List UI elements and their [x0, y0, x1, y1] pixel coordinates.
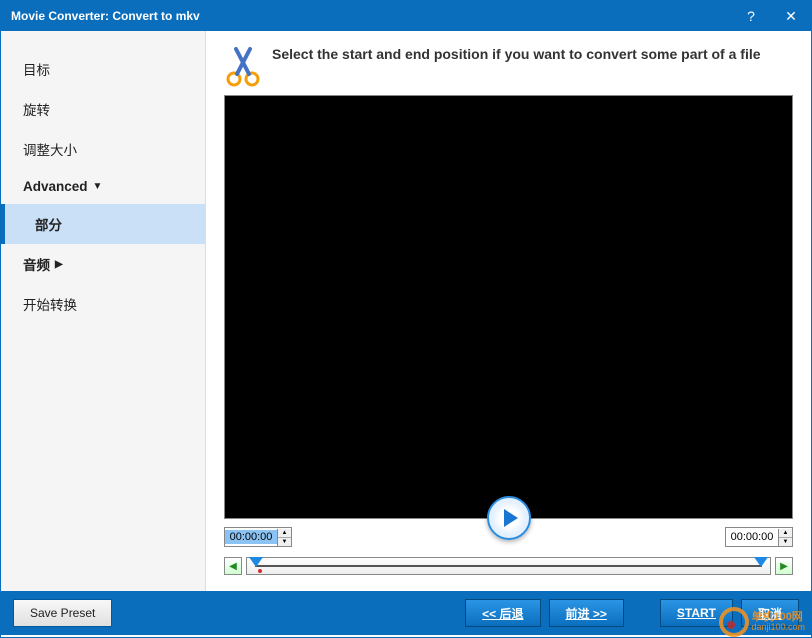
- content-area: 目标 旋转 调整大小 Advanced ▼ 部分 音频 ▶ 开始转换 Select …: [1, 31, 811, 591]
- end-time-input[interactable]: 00:00:00 ▲ ▼: [725, 527, 793, 547]
- playhead-dot[interactable]: [258, 569, 262, 573]
- video-preview: [224, 95, 793, 519]
- play-icon: [504, 509, 518, 527]
- step-forward-button[interactable]: ▶: [775, 557, 793, 575]
- spin-down[interactable]: ▼: [779, 538, 792, 546]
- slider-track-line: [255, 565, 762, 567]
- trim-slider[interactable]: [246, 557, 771, 575]
- hint-row: Select the start and end position if you…: [224, 45, 793, 89]
- trim-slider-row: ◀ ▶: [224, 557, 793, 575]
- start-button[interactable]: START: [660, 599, 733, 627]
- footer: Save Preset << 后退 前进 >> START 取消 单机100网 …: [1, 591, 811, 635]
- spin-up[interactable]: ▲: [779, 529, 792, 538]
- window-title: Movie Converter: Convert to mkv: [11, 9, 731, 23]
- end-time-value: 00:00:00: [726, 530, 778, 544]
- sidebar-label: 旋转: [23, 99, 50, 119]
- sidebar-label: 部分: [35, 214, 62, 234]
- start-marker[interactable]: [249, 557, 263, 567]
- spin-up[interactable]: ▲: [278, 529, 291, 538]
- step-back-button[interactable]: ◀: [224, 557, 242, 575]
- sidebar-label: 目标: [23, 59, 50, 79]
- save-preset-button[interactable]: Save Preset: [13, 599, 112, 627]
- help-button[interactable]: ?: [731, 1, 771, 31]
- sidebar: 目标 旋转 调整大小 Advanced ▼ 部分 音频 ▶ 开始转换: [1, 31, 206, 591]
- sidebar-label: Advanced: [23, 179, 88, 194]
- sidebar-item-target[interactable]: 目标: [1, 49, 205, 89]
- sidebar-item-rotate[interactable]: 旋转: [1, 89, 205, 129]
- titlebar: Movie Converter: Convert to mkv ? ✕: [1, 1, 811, 31]
- start-time-value: 00:00:00: [225, 530, 277, 544]
- end-time-spinner: ▲ ▼: [778, 529, 792, 546]
- sidebar-label: 开始转换: [23, 294, 77, 314]
- sidebar-item-audio[interactable]: 音频 ▶: [1, 244, 205, 284]
- chevron-right-icon: ▶: [55, 259, 63, 270]
- back-button[interactable]: << 后退: [465, 599, 540, 627]
- cancel-button[interactable]: 取消: [741, 599, 799, 627]
- sidebar-item-advanced[interactable]: Advanced ▼: [1, 169, 205, 204]
- sidebar-label: 调整大小: [23, 139, 77, 159]
- sidebar-item-resize[interactable]: 调整大小: [1, 129, 205, 169]
- sidebar-item-start-convert[interactable]: 开始转换: [1, 284, 205, 324]
- spin-down[interactable]: ▼: [278, 538, 291, 546]
- forward-button[interactable]: 前进 >>: [549, 599, 624, 627]
- scissors-icon: [224, 45, 262, 89]
- play-button[interactable]: [487, 496, 531, 540]
- chevron-down-icon: ▼: [93, 181, 103, 192]
- start-time-spinner: ▲ ▼: [277, 529, 291, 546]
- end-marker[interactable]: [754, 557, 768, 567]
- hint-text: Select the start and end position if you…: [272, 45, 761, 65]
- sidebar-label: 音频: [23, 254, 50, 274]
- start-time-input[interactable]: 00:00:00 ▲ ▼: [224, 527, 292, 547]
- main-panel: Select the start and end position if you…: [206, 31, 811, 591]
- sidebar-item-part[interactable]: 部分: [1, 204, 205, 244]
- close-button[interactable]: ✕: [771, 1, 811, 31]
